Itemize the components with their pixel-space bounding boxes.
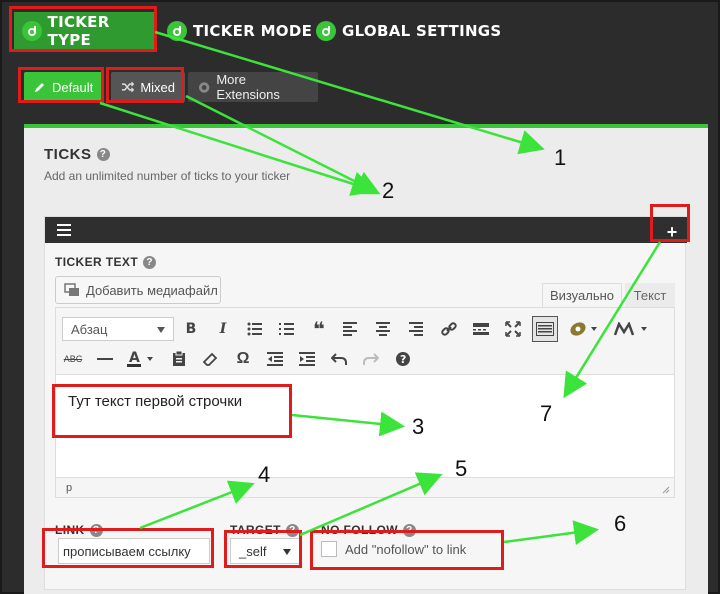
redo-icon[interactable] — [360, 348, 382, 370]
tab-text[interactable]: Текст — [625, 283, 675, 307]
tick-item: + TICKER TEXT ? Добавить медиафайл Визуа… — [44, 216, 687, 590]
tab-ticker-type[interactable]: TICKER TYPE — [14, 12, 156, 52]
paste-text-icon[interactable] — [168, 348, 190, 370]
subtab-mixed[interactable]: Mixed — [111, 72, 185, 102]
shortcode-icon[interactable] — [566, 318, 600, 340]
tab-ticker-mode[interactable]: TICKER MODE — [167, 16, 312, 46]
strikethrough-icon[interactable]: ABC — [62, 348, 84, 370]
ditty-logo-icon — [316, 21, 336, 41]
help-icon[interactable]: ? — [285, 523, 299, 537]
add-tick-button[interactable]: + — [657, 217, 687, 247]
editor-status-bar: p — [55, 478, 675, 498]
outdent-icon[interactable] — [264, 348, 286, 370]
target-select[interactable]: _self — [230, 538, 300, 564]
ticks-description: Add an unlimited number of ticks to your… — [44, 169, 291, 183]
link-input[interactable]: прописываем ссылку — [58, 538, 210, 564]
horizontal-line-icon[interactable] — [94, 348, 116, 370]
link-label: LINK ? — [55, 523, 103, 537]
help-icon[interactable]: ? — [392, 348, 414, 370]
bullet-list-icon[interactable] — [244, 318, 266, 340]
resize-handle-icon[interactable] — [660, 484, 670, 494]
add-media-button[interactable]: Добавить медиафайл — [55, 276, 221, 304]
media-icon — [64, 283, 79, 296]
ticker-text-label: TICKER TEXT ? — [55, 255, 157, 269]
align-center-icon[interactable] — [372, 318, 394, 340]
bold-icon[interactable]: B — [180, 318, 202, 340]
ditty-logo-icon — [22, 21, 42, 41]
subtab-more-extensions[interactable]: More Extensions — [188, 72, 318, 102]
tick-content-editor[interactable]: Тут текст первой строчки — [55, 374, 675, 478]
italic-icon[interactable]: I — [212, 318, 234, 340]
top-tab-bar: TICKER TYPE TICKER MODE GLOBAL SETTINGS — [2, 2, 718, 62]
help-icon[interactable]: ? — [89, 523, 103, 537]
shuffle-icon — [121, 81, 135, 93]
indent-icon[interactable] — [296, 348, 318, 370]
chevron-down-icon — [283, 549, 291, 555]
pencil-icon — [35, 83, 44, 92]
blockquote-icon[interactable]: ❝ — [308, 318, 330, 341]
ticks-panel: TICKS ? Add an unlimited number of ticks… — [24, 124, 708, 594]
nofollow-label: NO FOLLOW ? — [321, 523, 416, 537]
read-more-icon[interactable] — [470, 318, 492, 340]
text-color-icon[interactable]: A — [124, 348, 160, 370]
clear-formatting-icon[interactable] — [200, 348, 222, 370]
help-icon[interactable]: ? — [143, 255, 157, 269]
admin-frame: TICKER TYPE TICKER MODE GLOBAL SETTINGS … — [0, 0, 720, 594]
chevron-down-icon — [157, 327, 165, 333]
subtab-label: Default — [52, 79, 94, 95]
mashshare-icon[interactable] — [612, 318, 652, 340]
toolbar-toggle-icon[interactable] — [532, 316, 558, 342]
nofollow-option[interactable]: Add "nofollow" to link — [321, 541, 466, 557]
tab-label: GLOBAL SETTINGS — [342, 22, 502, 40]
tick-header[interactable]: + — [45, 217, 687, 243]
ticks-title: TICKS ? — [44, 146, 110, 163]
tab-label: TICKER TYPE — [47, 13, 110, 49]
format-select[interactable]: Абзац — [62, 317, 174, 341]
element-path[interactable]: p — [66, 482, 72, 494]
undo-icon[interactable] — [328, 348, 350, 370]
subtab-default[interactable]: Default — [24, 72, 104, 102]
subtab-label: Mixed — [140, 79, 175, 95]
editor-toolbar: Абзац B I ❝ ABC A Ω ? — [55, 307, 675, 375]
drag-handle-icon[interactable] — [57, 224, 71, 236]
svg-text:?: ? — [400, 353, 406, 366]
svg-text:A: A — [129, 350, 140, 366]
numbered-list-icon[interactable] — [276, 318, 298, 340]
nofollow-checkbox[interactable] — [321, 541, 337, 557]
help-icon[interactable]: ? — [402, 523, 416, 537]
link-icon[interactable] — [438, 318, 460, 340]
plus-circle-icon — [198, 81, 210, 93]
tab-global-settings[interactable]: GLOBAL SETTINGS — [316, 16, 502, 46]
fullscreen-icon[interactable] — [502, 318, 524, 340]
help-icon[interactable]: ? — [96, 148, 110, 161]
subtab-label: More Extensions — [216, 72, 280, 102]
target-label: TARGET ? — [230, 523, 299, 537]
align-right-icon[interactable] — [404, 318, 426, 340]
tick-content-text[interactable]: Тут текст первой строчки — [68, 393, 242, 410]
ditty-logo-icon — [167, 21, 187, 41]
special-character-icon[interactable]: Ω — [232, 348, 254, 370]
tab-label: TICKER MODE — [193, 22, 313, 40]
tab-visual[interactable]: Визуально — [542, 283, 622, 307]
align-left-icon[interactable] — [340, 318, 362, 340]
